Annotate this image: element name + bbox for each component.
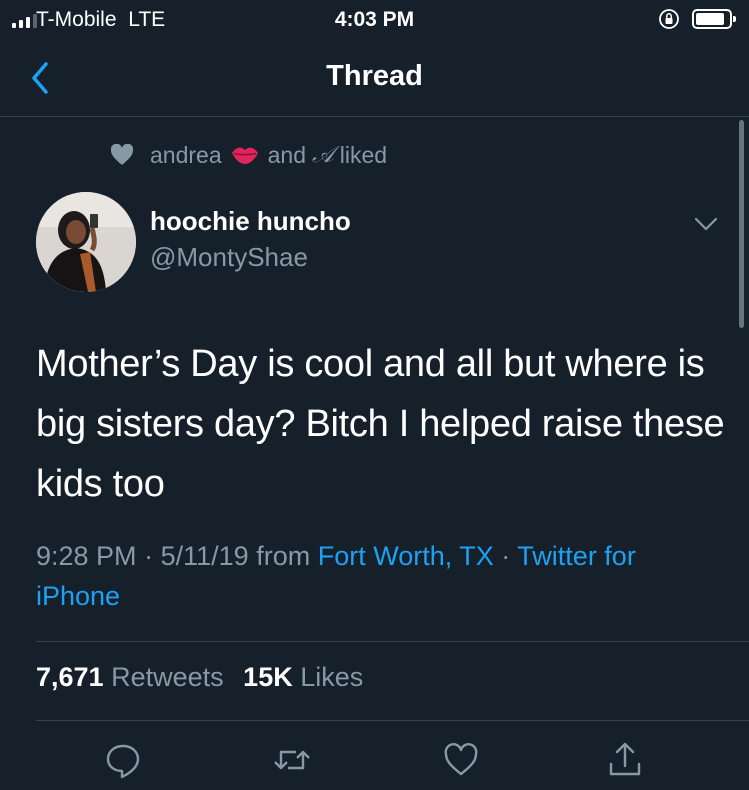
reply-icon[interactable] — [103, 740, 143, 780]
retweets-stat[interactable]: 7,671 Retweets — [36, 662, 224, 692]
author-display-name[interactable]: hoochie huncho — [150, 206, 351, 237]
page-title: Thread — [326, 60, 423, 92]
share-icon[interactable] — [605, 740, 645, 780]
status-time: 4:03 PM — [334, 8, 415, 31]
tweet-stats: 7,671 Retweets 15K Likes — [36, 662, 363, 693]
location-link[interactable]: Fort Worth, TX — [318, 541, 494, 571]
likes-stat[interactable]: 15K Likes — [243, 662, 363, 692]
author-handle[interactable]: @MontyShae — [150, 242, 308, 273]
tweet-metadata: 9:28 PM · 5/11/19 from Fort Worth, TX · … — [36, 536, 726, 616]
retweets-count: 7,671 — [36, 662, 104, 692]
battery-icon — [692, 9, 736, 29]
navigation-header: Thread — [0, 40, 749, 117]
likes-label: Likes — [300, 662, 364, 692]
tweet-time: 9:28 PM — [36, 541, 137, 571]
status-bar: T-Mobile LTE 4:03 PM — [0, 0, 749, 40]
rotation-lock-icon — [659, 9, 679, 29]
lips-emoji-icon — [231, 147, 258, 164]
and-label: and — [267, 141, 306, 168]
separator: · — [144, 541, 154, 571]
liked-label: liked — [339, 141, 388, 168]
like-icon[interactable] — [441, 740, 481, 780]
retweets-label: Retweets — [111, 662, 224, 692]
social-context: andrea and 𝒜 liked — [110, 140, 387, 170]
liker-name[interactable]: andrea — [150, 142, 222, 169]
avatar[interactable] — [36, 192, 136, 292]
divider — [36, 720, 749, 721]
likes-count: 15K — [243, 662, 293, 692]
scrollbar[interactable] — [739, 120, 744, 328]
retweet-icon[interactable] — [272, 740, 312, 780]
tweet-date: 5/11/19 — [160, 541, 249, 571]
tweet-text: Mother’s Day is cool and all but where i… — [36, 343, 725, 505]
liker-name-2[interactable]: 𝒜 — [312, 142, 334, 168]
chevron-down-icon[interactable] — [692, 214, 720, 234]
from-label: from — [256, 541, 311, 571]
heart-icon — [110, 144, 134, 165]
separator: · — [501, 541, 511, 571]
divider — [36, 641, 749, 642]
